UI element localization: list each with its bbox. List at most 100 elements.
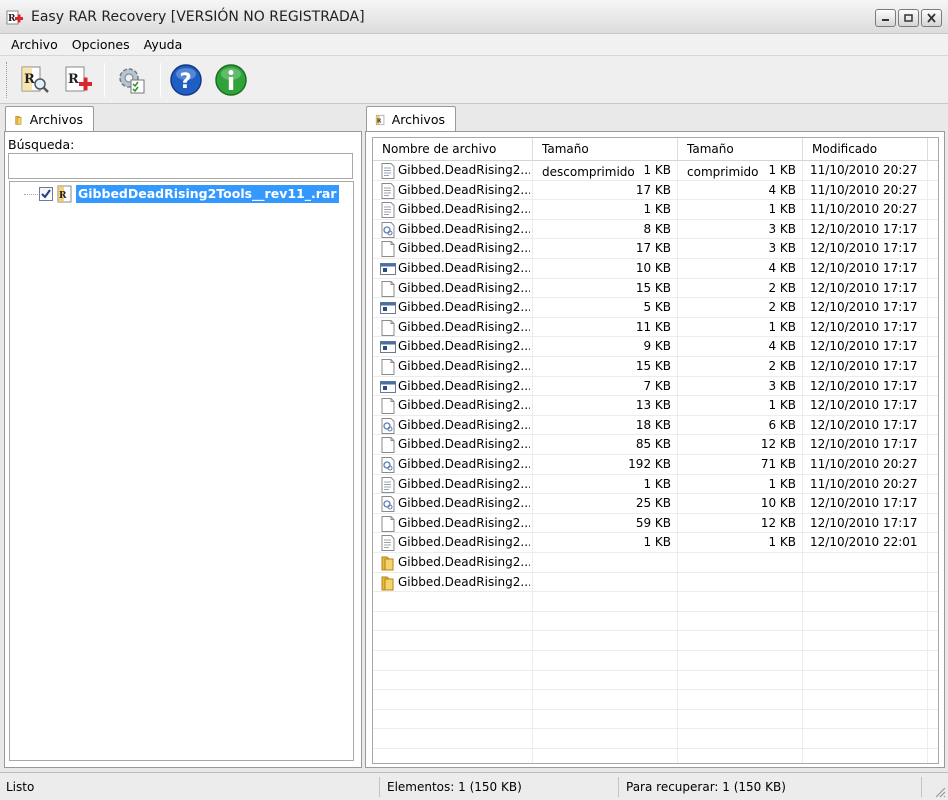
rar-file-icon: R: [57, 185, 72, 203]
help-icon: ?: [170, 64, 202, 96]
restore-icon: [904, 14, 913, 22]
checkmark-icon: [41, 189, 51, 199]
empty-row: [373, 612, 938, 632]
column-header-uncompressed[interactable]: Tamaño descomprimido: [533, 138, 678, 179]
table-row[interactable]: Gibbed.DeadRising2.... 1 KB 1 KB 12/10/2010…: [373, 533, 938, 553]
cell-modified: 12/10/2010 17:17: [810, 398, 918, 413]
cell-uncompressed-size: [533, 573, 671, 592]
table-row[interactable]: Gibbed.DeadRising2.... 13 KB 1 KB 12/10/201…: [373, 396, 938, 416]
cell-uncompressed-size: 1 KB: [643, 535, 671, 550]
minimize-button[interactable]: [875, 9, 896, 27]
empty-row: [373, 592, 938, 612]
cell-name: Gibbed.DeadRising2....: [398, 182, 530, 197]
cell-compressed-size: 10 KB: [760, 496, 796, 511]
cell-uncompressed-size: 15 KB: [635, 359, 671, 373]
cell-modified: 12/10/2010 22:01: [810, 535, 918, 550]
cell-name: Gibbed.DeadRising2....: [398, 496, 530, 511]
file-table: Nombre de archivo Tamaño descomprimido T…: [372, 137, 939, 764]
cell-uncompressed-size: 1 KB: [643, 202, 671, 217]
cell-uncompressed-size: 11 KB: [635, 319, 671, 334]
table-row[interactable]: Gibbed.DeadRising2....: [373, 553, 938, 573]
table-header: Nombre de archivo Tamaño descomprimido T…: [373, 138, 938, 179]
cell-compressed-size: 3 KB: [768, 221, 796, 236]
cell-name: Gibbed.DeadRising2....: [398, 280, 530, 295]
open-rar-button[interactable]: R: [16, 62, 52, 98]
menu-opciones[interactable]: Opciones: [65, 37, 137, 52]
cell-modified: 12/10/2010 17:17: [810, 359, 918, 373]
cell-modified: 12/10/2010 17:17: [810, 496, 918, 511]
cell-compressed-size: 6 KB: [768, 417, 796, 432]
cell-modified: [810, 573, 935, 592]
dll-file-icon: [381, 221, 395, 238]
table-row[interactable]: Gibbed.DeadRising2.... 17 KB 4 KB 11/10/201…: [373, 181, 938, 201]
table-row[interactable]: Gibbed.DeadRising2.... 18 KB 6 KB 12/10/201…: [373, 416, 938, 436]
table-row[interactable]: Gibbed.DeadRising2.... 8 KB 3 KB 12/10/2010…: [373, 220, 938, 240]
table-row[interactable]: Gibbed.DeadRising2.... 17 KB 3 KB 12/10/201…: [373, 239, 938, 259]
toolbar-separator: [104, 63, 105, 97]
cell-modified: 11/10/2010 20:27: [810, 182, 918, 197]
tree-item-checkbox[interactable]: [39, 187, 53, 201]
file-icon: [381, 515, 395, 532]
cell-modified: 12/10/2010 17:17: [810, 221, 918, 236]
svg-text:R: R: [24, 72, 35, 87]
menu-archivo[interactable]: Archivo: [4, 37, 65, 52]
cell-compressed-size: 1 KB: [768, 535, 796, 550]
table-row[interactable]: Gibbed.DeadRising2.... 1 KB 1 KB 11/10/2010…: [373, 475, 938, 495]
cell-compressed-size: 1 KB: [768, 163, 796, 177]
menu-ayuda[interactable]: Ayuda: [137, 37, 190, 52]
empty-row: [373, 749, 938, 763]
minimize-icon: [882, 19, 889, 21]
file-icon: [381, 280, 395, 297]
text-file-icon: [381, 202, 395, 219]
rar-search-icon: R: [21, 66, 49, 93]
svg-text:R: R: [8, 14, 16, 24]
tab-archivos-right[interactable]: R Archivos: [366, 106, 456, 132]
settings-button[interactable]: [114, 62, 150, 98]
tab-label: Archivos: [29, 112, 83, 127]
table-row[interactable]: Gibbed.DeadRising2.... 11 KB 1 KB 12/10/201…: [373, 318, 938, 338]
close-icon: [927, 13, 936, 23]
empty-row: [373, 710, 938, 730]
cell-modified: 12/10/2010 17:17: [810, 261, 918, 275]
empty-row: [373, 729, 938, 749]
tab-archivos-left[interactable]: Archivos: [5, 106, 94, 132]
column-header-compressed[interactable]: Tamaño comprimido: [678, 138, 803, 179]
cell-uncompressed-size: 10 KB: [635, 261, 671, 275]
cell-compressed-size: 4 KB: [768, 261, 796, 275]
table-row[interactable]: Gibbed.DeadRising2.... 25 KB 10 KB 12/10/20…: [373, 494, 938, 514]
table-row[interactable]: Gibbed.DeadRising2....: [373, 573, 938, 593]
resize-grip-icon[interactable]: [934, 786, 946, 798]
table-row[interactable]: Gibbed.DeadRising2.... 15 KB 2 KB 12/10/201…: [373, 279, 938, 299]
info-button[interactable]: [213, 62, 249, 98]
close-button[interactable]: [921, 9, 942, 27]
empty-row: [373, 671, 938, 691]
help-button[interactable]: ?: [168, 62, 204, 98]
cell-uncompressed-size: 7 KB: [643, 378, 671, 393]
repair-rar-button[interactable]: R: [60, 62, 96, 98]
table-row[interactable]: Gibbed.DeadRising2.... 15 KB 2 KB 12/10/201…: [373, 357, 938, 377]
cell-modified: 12/10/2010 17:17: [810, 319, 918, 334]
table-row[interactable]: Gibbed.DeadRising2.... 5 KB 2 KB 12/10/2010…: [373, 298, 938, 318]
table-row[interactable]: Gibbed.DeadRising2.... 9 KB 4 KB 12/10/2010…: [373, 337, 938, 357]
app-icon: R: [6, 10, 23, 25]
maximize-button[interactable]: [898, 9, 919, 27]
column-header-name[interactable]: Nombre de archivo: [373, 138, 533, 161]
table-row[interactable]: Gibbed.DeadRising2.... 85 KB 12 KB 12/10/20…: [373, 435, 938, 455]
search-input[interactable]: [8, 153, 353, 179]
cell-uncompressed-size: [533, 553, 671, 572]
column-header-modified[interactable]: Modificado: [803, 138, 928, 161]
table-row[interactable]: Gibbed.DeadRising2.... 192 KB 71 KB 11/10/2…: [373, 455, 938, 475]
table-row[interactable]: Gibbed.DeadRising2.... 7 KB 3 KB 12/10/2010…: [373, 377, 938, 397]
cell-modified: 11/10/2010 20:27: [810, 163, 918, 177]
table-row[interactable]: Gibbed.DeadRising2.... 59 KB 12 KB 12/10/20…: [373, 514, 938, 534]
table-row[interactable]: Gibbed.DeadRising2.... 10 KB 4 KB 12/10/201…: [373, 259, 938, 279]
text-file-icon: [381, 535, 395, 552]
cell-compressed-size: 71 KB: [760, 457, 796, 471]
svg-text:R: R: [59, 191, 67, 201]
table-row[interactable]: Gibbed.DeadRising2.... 1 KB 1 KB 11/10/2010…: [373, 161, 938, 181]
cell-uncompressed-size: 85 KB: [635, 437, 671, 452]
cell-modified: 12/10/2010 17:17: [810, 378, 918, 393]
cell-compressed-size: 3 KB: [768, 378, 796, 393]
tree-item-label[interactable]: GibbedDeadRising2Tools__rev11_.rar: [76, 185, 339, 203]
table-row[interactable]: Gibbed.DeadRising2.... 1 KB 1 KB 11/10/2010…: [373, 200, 938, 220]
